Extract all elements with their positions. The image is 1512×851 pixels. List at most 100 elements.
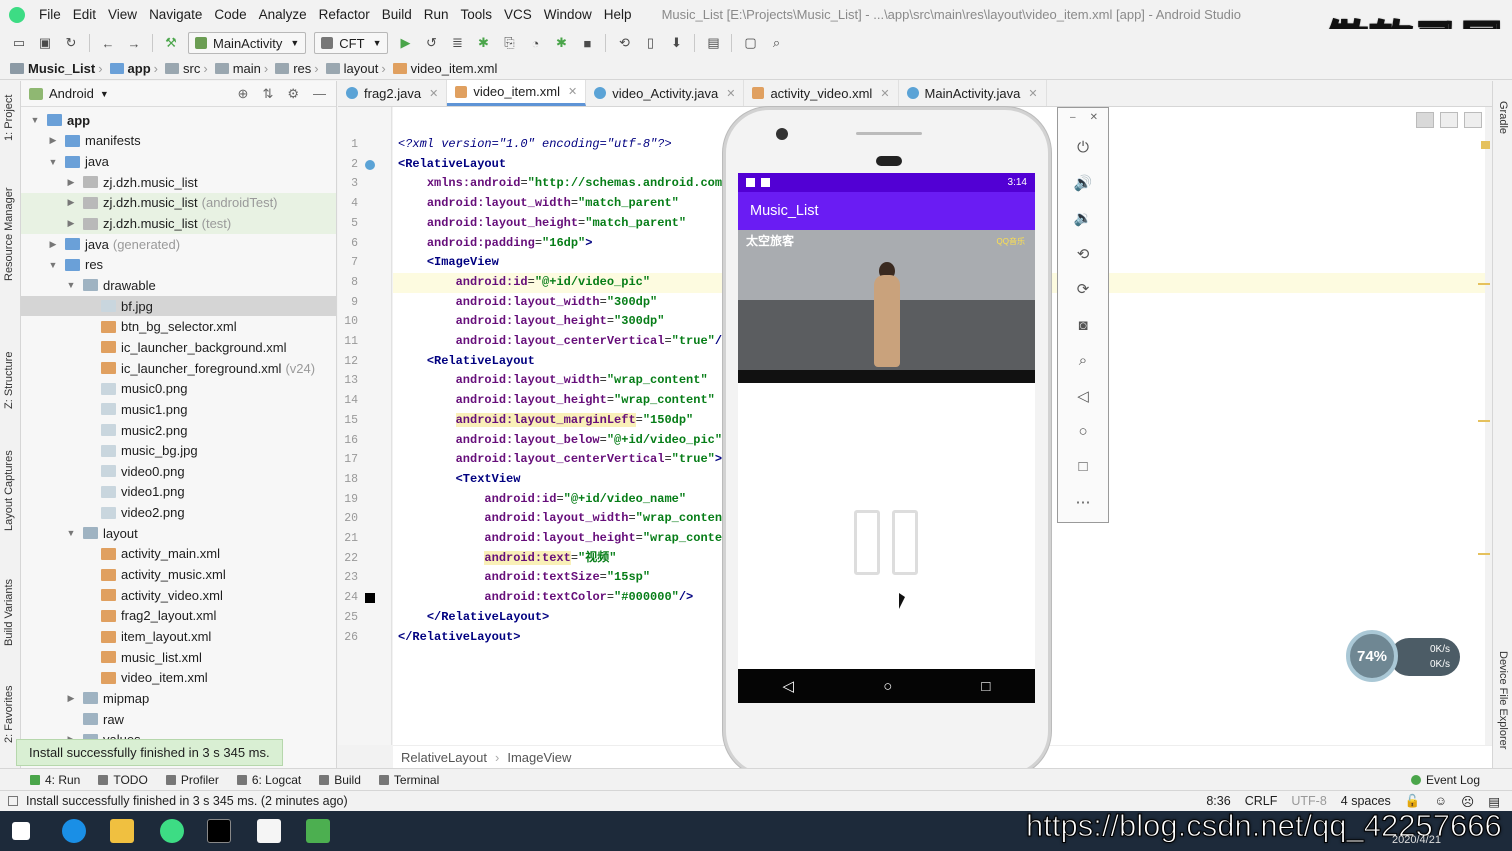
frown-icon[interactable]: ☹ (1461, 794, 1474, 809)
error-stripe-marker[interactable] (1478, 420, 1490, 422)
tree-item[interactable]: ▼ drawable (21, 275, 336, 296)
apply-code-icon[interactable]: ≣ (447, 34, 467, 52)
close-icon[interactable]: ✕ (726, 87, 735, 100)
close-icon[interactable]: ✕ (1028, 87, 1037, 100)
tool-event-log[interactable]: Event Log (1410, 773, 1480, 787)
menu-tools[interactable]: Tools (461, 7, 493, 22)
code-line[interactable]: xmlns:android="http://schemas.android.co… (398, 174, 729, 194)
menu-file[interactable]: File (39, 7, 61, 22)
menu-vcs[interactable]: VCS (504, 7, 532, 22)
search-icon[interactable]: ⌕ (766, 34, 786, 52)
layout-inspector-icon[interactable]: ▢ (740, 34, 760, 52)
tree-item[interactable]: ▼ app (21, 110, 336, 131)
power-icon[interactable]: ⏻ (1072, 136, 1094, 158)
tree-item[interactable]: video0.png (21, 461, 336, 482)
collapse-icon[interactable]: ⇅ (262, 86, 273, 102)
avd-manager-icon[interactable]: ▯ (640, 34, 660, 52)
tab-video-activity-java[interactable]: video_Activity.java ✕ (586, 80, 745, 106)
menu-code[interactable]: Code (214, 7, 246, 22)
nav-recents-icon[interactable]: □ (981, 678, 990, 695)
run-icon[interactable]: ▶ (395, 34, 415, 52)
crumb-project[interactable]: Music_List › (10, 61, 106, 76)
tool-project[interactable]: 1: Project (3, 95, 15, 141)
tree-item[interactable]: ▶ manifests (21, 131, 336, 152)
tree-item[interactable]: activity_music.xml (21, 564, 336, 585)
nav-home-icon[interactable]: ○ (883, 678, 892, 695)
tree-item[interactable]: ▶ zj.dzh.music_list (test) (21, 213, 336, 234)
crumb-res[interactable]: res › (275, 61, 321, 76)
close-icon[interactable]: ✕ (1090, 112, 1098, 123)
indent-setting[interactable]: 4 spaces (1341, 794, 1391, 809)
menu-run[interactable]: Run (424, 7, 449, 22)
code-line[interactable]: <?xml version="1.0" encoding="utf-8"?> (398, 135, 672, 155)
tool-todo[interactable]: TODO (98, 773, 148, 787)
tree-item[interactable]: ▶ zj.dzh.music_list (androidTest) (21, 192, 336, 214)
crumb-main[interactable]: main › (214, 61, 272, 76)
code-line[interactable]: <RelativeLayout (398, 352, 535, 372)
tool-profiler[interactable]: Profiler (165, 773, 219, 787)
rotate-right-icon[interactable]: ⟳ (1072, 278, 1094, 300)
code-line[interactable]: <RelativeLayout (398, 155, 506, 175)
collapsed-arrow-icon[interactable]: ▶ (65, 197, 77, 208)
status-toggle-icon[interactable] (8, 796, 18, 806)
tree-item[interactable]: ▶ java (generated) (21, 234, 336, 255)
file-encoding[interactable]: UTF-8 (1291, 794, 1326, 809)
tree-item[interactable]: music_bg.jpg (21, 440, 336, 461)
tool-build[interactable]: Build (319, 773, 361, 787)
crumb-file[interactable]: video_item.xml (392, 61, 497, 76)
menu-window[interactable]: Window (544, 7, 592, 22)
tree-item[interactable]: ▼ res (21, 255, 336, 276)
video-thumbnail[interactable]: 太空旅客 QQ音乐 (738, 230, 1035, 383)
sdk-manager-icon[interactable]: ⬇ (666, 34, 686, 52)
crumb-app[interactable]: app › (109, 61, 161, 76)
code-line[interactable]: <TextView (398, 470, 521, 490)
zoom-icon[interactable]: ⌕ (1072, 349, 1094, 371)
emulator-screen[interactable]: 3:14 Music_List 太空旅客 QQ音乐 ◁ ○ □ (738, 173, 1035, 703)
code-line[interactable]: android:layout_centerVertical="true"> (398, 450, 722, 470)
volume-up-icon[interactable]: 🔊 (1072, 172, 1094, 194)
menu-analyze[interactable]: Analyze (259, 7, 307, 22)
tree-item[interactable]: music_list.xml (21, 647, 336, 668)
code-line[interactable]: </RelativeLayout> (398, 628, 520, 648)
back-icon[interactable]: ← (98, 34, 118, 52)
menu-refactor[interactable]: Refactor (319, 7, 370, 22)
debug-icon[interactable]: ✱ (473, 34, 493, 52)
locate-icon[interactable]: ⊕ (238, 86, 249, 102)
expanded-arrow-icon[interactable]: ▼ (47, 157, 59, 167)
tree-item[interactable]: music2.png (21, 420, 336, 441)
code-line[interactable]: android:padding="16dp"> (398, 234, 593, 254)
tree-item[interactable]: video1.png (21, 482, 336, 503)
tree-item[interactable]: ▶ zj.dzh.music_list (21, 172, 336, 193)
forward-icon[interactable]: → (124, 34, 144, 52)
color-swatch-icon[interactable] (365, 593, 375, 604)
tool-gradle[interactable]: Gradle (1497, 101, 1509, 134)
code-line[interactable]: android:layout_width="match_parent" (398, 194, 679, 214)
tree-item[interactable]: ▼ layout (21, 523, 336, 544)
tree-item[interactable]: raw (21, 709, 336, 730)
tree-item[interactable]: music0.png (21, 378, 336, 399)
split-view-icon[interactable] (1440, 112, 1458, 128)
code-line[interactable]: android:layout_marginLeft="150dp" (398, 411, 693, 431)
make-project-icon[interactable]: ⚒ (161, 34, 181, 52)
tree-item[interactable]: frag2_layout.xml (21, 606, 336, 627)
expanded-arrow-icon[interactable]: ▼ (29, 115, 41, 125)
edge-browser-icon[interactable] (62, 819, 86, 843)
code-line[interactable]: android:layout_width="wrap_content (398, 509, 729, 529)
pause-icon[interactable] (854, 510, 920, 575)
code-line[interactable]: android:layout_height="wrap_content" (398, 391, 715, 411)
project-view-select[interactable]: Android (49, 86, 94, 101)
tab-mainactivity-java[interactable]: MainActivity.java ✕ (899, 80, 1047, 106)
menu-edit[interactable]: Edit (73, 7, 96, 22)
notifications-icon[interactable]: ▤ (1488, 794, 1500, 809)
tool-favorites[interactable]: 2: Favorites (3, 686, 15, 743)
android-studio-taskbar-icon[interactable] (160, 819, 184, 843)
rotate-left-icon[interactable]: ⟲ (1072, 243, 1094, 265)
open-folder-icon[interactable]: ▭ (9, 34, 29, 52)
tool-run[interactable]: 4: Run (30, 773, 80, 787)
expanded-arrow-icon[interactable]: ▼ (47, 260, 59, 270)
attach-debugger-icon[interactable]: ⎘ (499, 34, 519, 52)
crumb-relativelayout[interactable]: RelativeLayout (401, 750, 487, 765)
close-icon[interactable]: ✕ (880, 87, 889, 100)
terminal-taskbar-icon[interactable] (207, 819, 231, 843)
device-select[interactable]: CFT ▼ (314, 32, 389, 54)
